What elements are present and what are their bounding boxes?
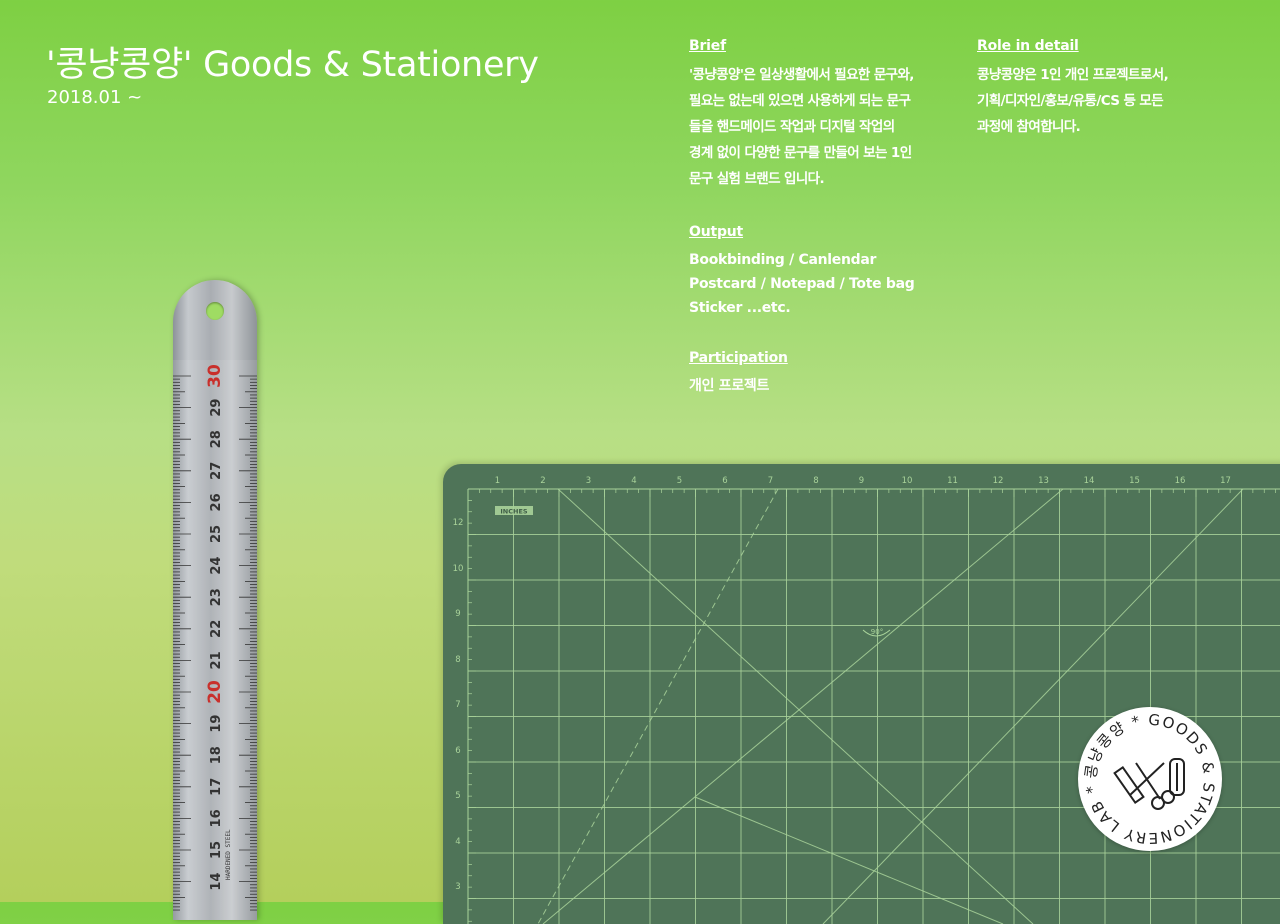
- mat-side-number: 7: [455, 700, 460, 710]
- ruler-number: 27: [209, 462, 224, 480]
- project-date: 2018.01 ~: [47, 87, 143, 108]
- mat-unit-label: INCHES: [500, 508, 528, 516]
- mat-top-number: 16: [1175, 476, 1186, 486]
- ruler-number: 28: [209, 430, 224, 448]
- mat-top-number: 5: [677, 476, 682, 486]
- badge-graphic: 콩냥콩양 * GOODS & STATIONERY LAB *: [1082, 711, 1218, 848]
- mat-top-number: 4: [631, 476, 636, 486]
- brand-badge-logo: 콩냥콩양 * GOODS & STATIONERY LAB *: [1078, 707, 1222, 851]
- role-text: 콩냥콩양은 1인 개인 프로젝트로서, 기획/디자인/홍보/유통/CS 등 모든…: [977, 67, 1169, 135]
- mat-top-number: 13: [1038, 476, 1049, 486]
- mat-side-number: 12: [453, 518, 464, 528]
- svg-text:콩냥콩양 * GOODS & STATIONERY LAB: 콩냥콩양 * GOODS & STATIONERY LAB *: [1082, 711, 1218, 848]
- ruler-number: 23: [209, 588, 224, 606]
- output-list: Bookbinding / Canlendar Postcard / Notep…: [689, 248, 915, 320]
- mat-top-number: 11: [947, 476, 958, 486]
- mat-top-number: 7: [768, 476, 773, 486]
- mat-top-number: 14: [1084, 476, 1095, 486]
- ruler-number: 22: [209, 620, 224, 638]
- mat-top-number: 1: [495, 476, 500, 486]
- mat-side-number: 10: [453, 564, 464, 574]
- mat-side-number: 5: [455, 791, 460, 801]
- output-item: Bookbinding / Canlendar: [689, 252, 877, 268]
- mat-side-number: 3: [455, 882, 460, 892]
- participation-section: Participation 개인 프로젝트: [689, 350, 788, 398]
- ruler-number: 14: [209, 873, 224, 891]
- output-item: Postcard / Notepad / Tote bag: [689, 276, 915, 292]
- participation-heading: Participation: [689, 350, 788, 366]
- participation-text: 개인 프로젝트: [689, 378, 770, 394]
- mat-top-number: 6: [722, 476, 727, 486]
- ruler-number: 18: [209, 746, 224, 764]
- ruler-number: 21: [209, 651, 224, 669]
- mat-top-number: 3: [586, 476, 591, 486]
- ruler-number: 30: [205, 364, 225, 388]
- mat-side-number: 9: [455, 609, 460, 619]
- ruler-number: 26: [209, 493, 224, 511]
- ruler-scale: 30 29 28 27 26 25 24 23 22 21 20 19 18 17 16 15 14HARDEN…: [173, 360, 257, 920]
- badge-ring-text: 콩냥콩양 * GOODS & STATIONERY LAB *: [1082, 711, 1217, 848]
- mat-side-number: 8: [455, 655, 460, 665]
- ruler-number: 24: [209, 557, 224, 575]
- cutting-mat-illustration: 90° INCHES 1 2 3 4 5 6 7 8 9 10 11 12 13 14 15 16 17 12 10 9 8…: [443, 464, 1280, 924]
- ruler-brand-text: HARDENED STEEL: [225, 829, 232, 880]
- ruler-number: 20: [205, 680, 225, 704]
- ruler-number: 25: [209, 525, 224, 543]
- page-title: '콩냥콩양' Goods & Stationery: [46, 45, 539, 85]
- mat-top-number: 17: [1220, 476, 1231, 486]
- output-section: Output Bookbinding / Canlendar Postcard …: [689, 224, 915, 320]
- mat-top-number: 9: [859, 476, 864, 486]
- mat-angle-label: 90°: [871, 628, 883, 636]
- brief-text: '콩냥콩양'은 일상생활에서 필요한 문구와, 필요는 없는데 있으면 사용하게…: [689, 67, 914, 187]
- scissors-icon: [1113, 758, 1185, 810]
- mat-side-number: 4: [455, 837, 460, 847]
- ruler-number: 17: [209, 778, 224, 796]
- mat-side-number: 6: [455, 746, 460, 756]
- ruler-number: 16: [209, 809, 224, 827]
- brief-heading: Brief: [689, 38, 726, 54]
- output-item: Sticker ...etc.: [689, 300, 791, 316]
- role-section: Role in detail 콩냥콩양은 1인 개인 프로젝트로서, 기획/디자…: [977, 38, 1237, 140]
- ruler-illustration: 30 29 28 27 26 25 24 23 22 21 20 19 18 17 16 15 14 HARDEN…: [173, 280, 257, 920]
- mat-top-number: 10: [902, 476, 913, 486]
- cutting-mat-grid: 90°INCHES1 2 3 4 5 6 7 8 9 10 11 12 13 14 15 16 17121098…: [453, 476, 1280, 924]
- role-heading: Role in detail: [977, 38, 1079, 54]
- ruler-number: 15: [209, 841, 224, 859]
- output-heading: Output: [689, 224, 744, 240]
- mat-top-number: 2: [540, 476, 545, 486]
- brief-section: Brief '콩냥콩양'은 일상생활에서 필요한 문구와, 필요는 없는데 있으…: [689, 38, 949, 192]
- ruler-number: 19: [209, 715, 224, 733]
- mat-top-number: 12: [993, 476, 1004, 486]
- mat-top-number: 8: [813, 476, 818, 486]
- ruler-number: 29: [209, 399, 224, 417]
- mat-top-number: 15: [1129, 476, 1140, 486]
